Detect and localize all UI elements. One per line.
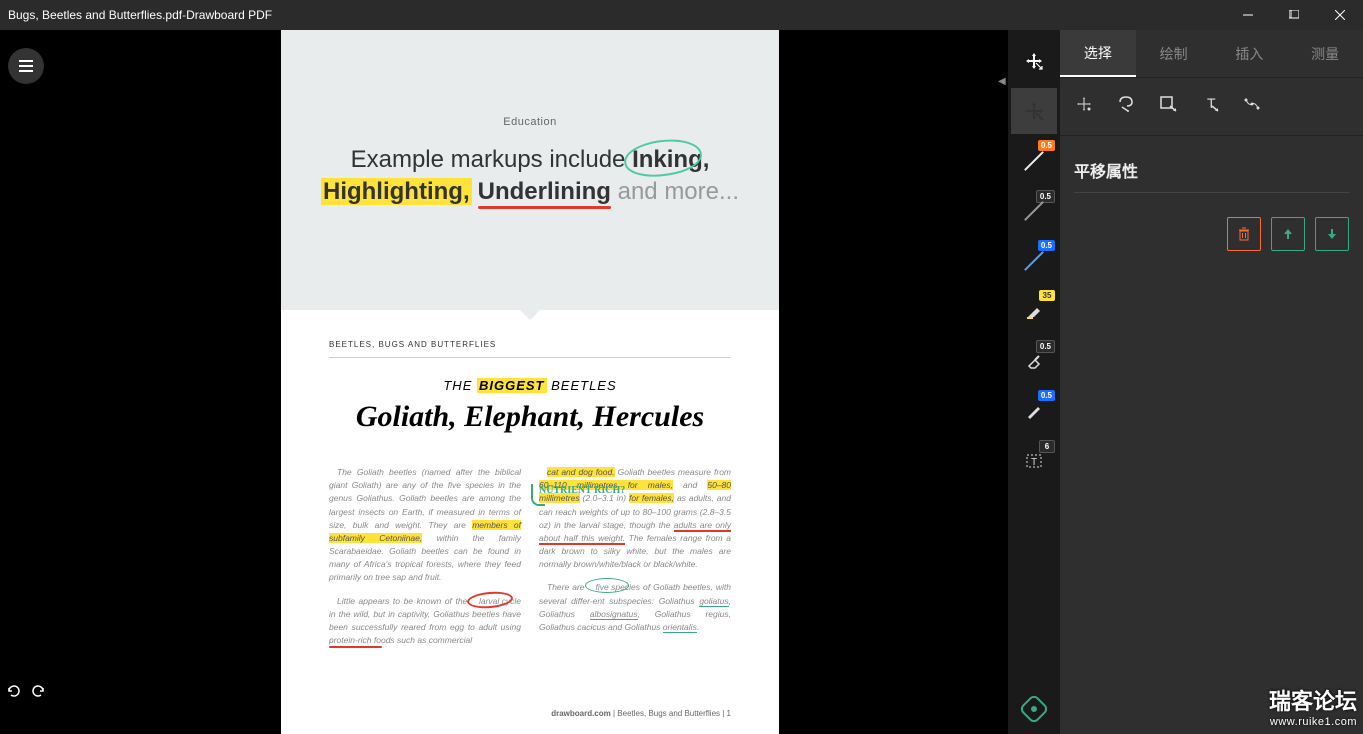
undo-button[interactable] xyxy=(5,683,21,704)
pen-tool-4[interactable]: 0.5 xyxy=(1011,388,1057,434)
document-viewer[interactable]: Education Example markups include Inking… xyxy=(52,30,1008,734)
title-filename: Bugs, Beetles and Butterflies.pdf xyxy=(8,8,182,22)
pen-tool-1[interactable]: 0.5 xyxy=(1011,138,1057,184)
path-select-icon[interactable] xyxy=(1242,94,1262,119)
eraser-tool[interactable]: 0.5 xyxy=(1011,338,1057,384)
tab-insert[interactable]: 插入 xyxy=(1212,30,1288,77)
move-down-button[interactable] xyxy=(1315,217,1349,251)
larval-cycle-circle: larval cycle xyxy=(471,595,521,608)
minimize-button[interactable] xyxy=(1225,0,1271,30)
header-line2: Highlighting, Underlining and more... xyxy=(281,178,779,206)
move-up-button[interactable] xyxy=(1271,217,1305,251)
redo-button[interactable] xyxy=(31,683,47,704)
five-species-circle: five species xyxy=(588,581,640,594)
collapse-toolbar-icon[interactable]: ◀ xyxy=(998,76,1006,87)
section-smallcaps: BEETLES, BUGS AND BUTTERFLIES xyxy=(329,340,731,349)
maximize-button[interactable] xyxy=(1271,0,1317,30)
titlebar: Bugs, Beetles and Butterflies.pdf - Draw… xyxy=(0,0,1363,30)
nutrient-rich-annotation: NUTRIENT RICH? xyxy=(539,485,625,496)
pen-tool-3[interactable]: 0.5 xyxy=(1011,238,1057,284)
highlighter-tool[interactable]: 35 xyxy=(1011,288,1057,334)
inking-word: Inking, xyxy=(632,146,709,173)
properties-panel: 选择 绘制 插入 测量 T 平移属性 xyxy=(1060,30,1363,734)
delete-button[interactable] xyxy=(1227,217,1261,251)
panel-tabs: 选择 绘制 插入 测量 xyxy=(1060,30,1363,78)
category-label: Education xyxy=(281,30,779,128)
tab-select[interactable]: 选择 xyxy=(1060,30,1136,77)
move-select-icon[interactable] xyxy=(1074,94,1094,119)
header-line1: Example markups include Inking, xyxy=(281,146,779,174)
pdf-page: Education Example markups include Inking… xyxy=(281,30,779,734)
tab-draw[interactable]: 绘制 xyxy=(1136,30,1212,77)
watermark: 瑞客论坛 www.ruike1.com xyxy=(1269,684,1357,728)
header-triangle xyxy=(518,308,542,320)
cursor-move-tool[interactable] xyxy=(1011,38,1057,84)
ink-circle-annotation xyxy=(622,135,704,182)
properties-title: 平移属性 xyxy=(1060,136,1363,192)
underlining-word: Underlining xyxy=(478,178,611,205)
beetle-names-title: Goliath, Elephant, Hercules xyxy=(329,400,731,434)
rect-select-icon[interactable] xyxy=(1158,94,1178,119)
menu-button[interactable] xyxy=(8,48,44,84)
column-left: The Goliath beetles (named after the bib… xyxy=(329,466,521,657)
pan-select-tool[interactable] xyxy=(1011,88,1057,134)
text-select-icon[interactable]: T xyxy=(1200,94,1220,119)
tab-measure[interactable]: 测量 xyxy=(1287,30,1363,77)
svg-text:T: T xyxy=(1031,457,1037,468)
divider xyxy=(329,357,731,358)
highlighting-word: Highlighting, xyxy=(321,178,472,205)
tool-toolbar: ◀ 0.5 0.5 0.5 35 0.5 0.5 6T xyxy=(1008,30,1060,734)
title-sep: - xyxy=(182,8,186,22)
close-button[interactable] xyxy=(1317,0,1363,30)
left-sidebar xyxy=(0,30,52,734)
selection-tools-row: T xyxy=(1060,78,1363,136)
pen-tool-2[interactable]: 0.5 xyxy=(1011,188,1057,234)
text-tool[interactable]: 6T xyxy=(1011,438,1057,484)
biggest-beetles-title: THE BIGGEST BEETLES xyxy=(329,378,731,394)
title-app: Drawboard PDF xyxy=(186,8,272,22)
properties-divider xyxy=(1074,192,1349,193)
page-footer: drawboard.com | Beetles, Bugs and Butter… xyxy=(551,709,731,718)
gear-icon xyxy=(1018,693,1049,724)
settings-tool[interactable] xyxy=(1023,698,1045,720)
lasso-select-icon[interactable] xyxy=(1116,94,1136,119)
